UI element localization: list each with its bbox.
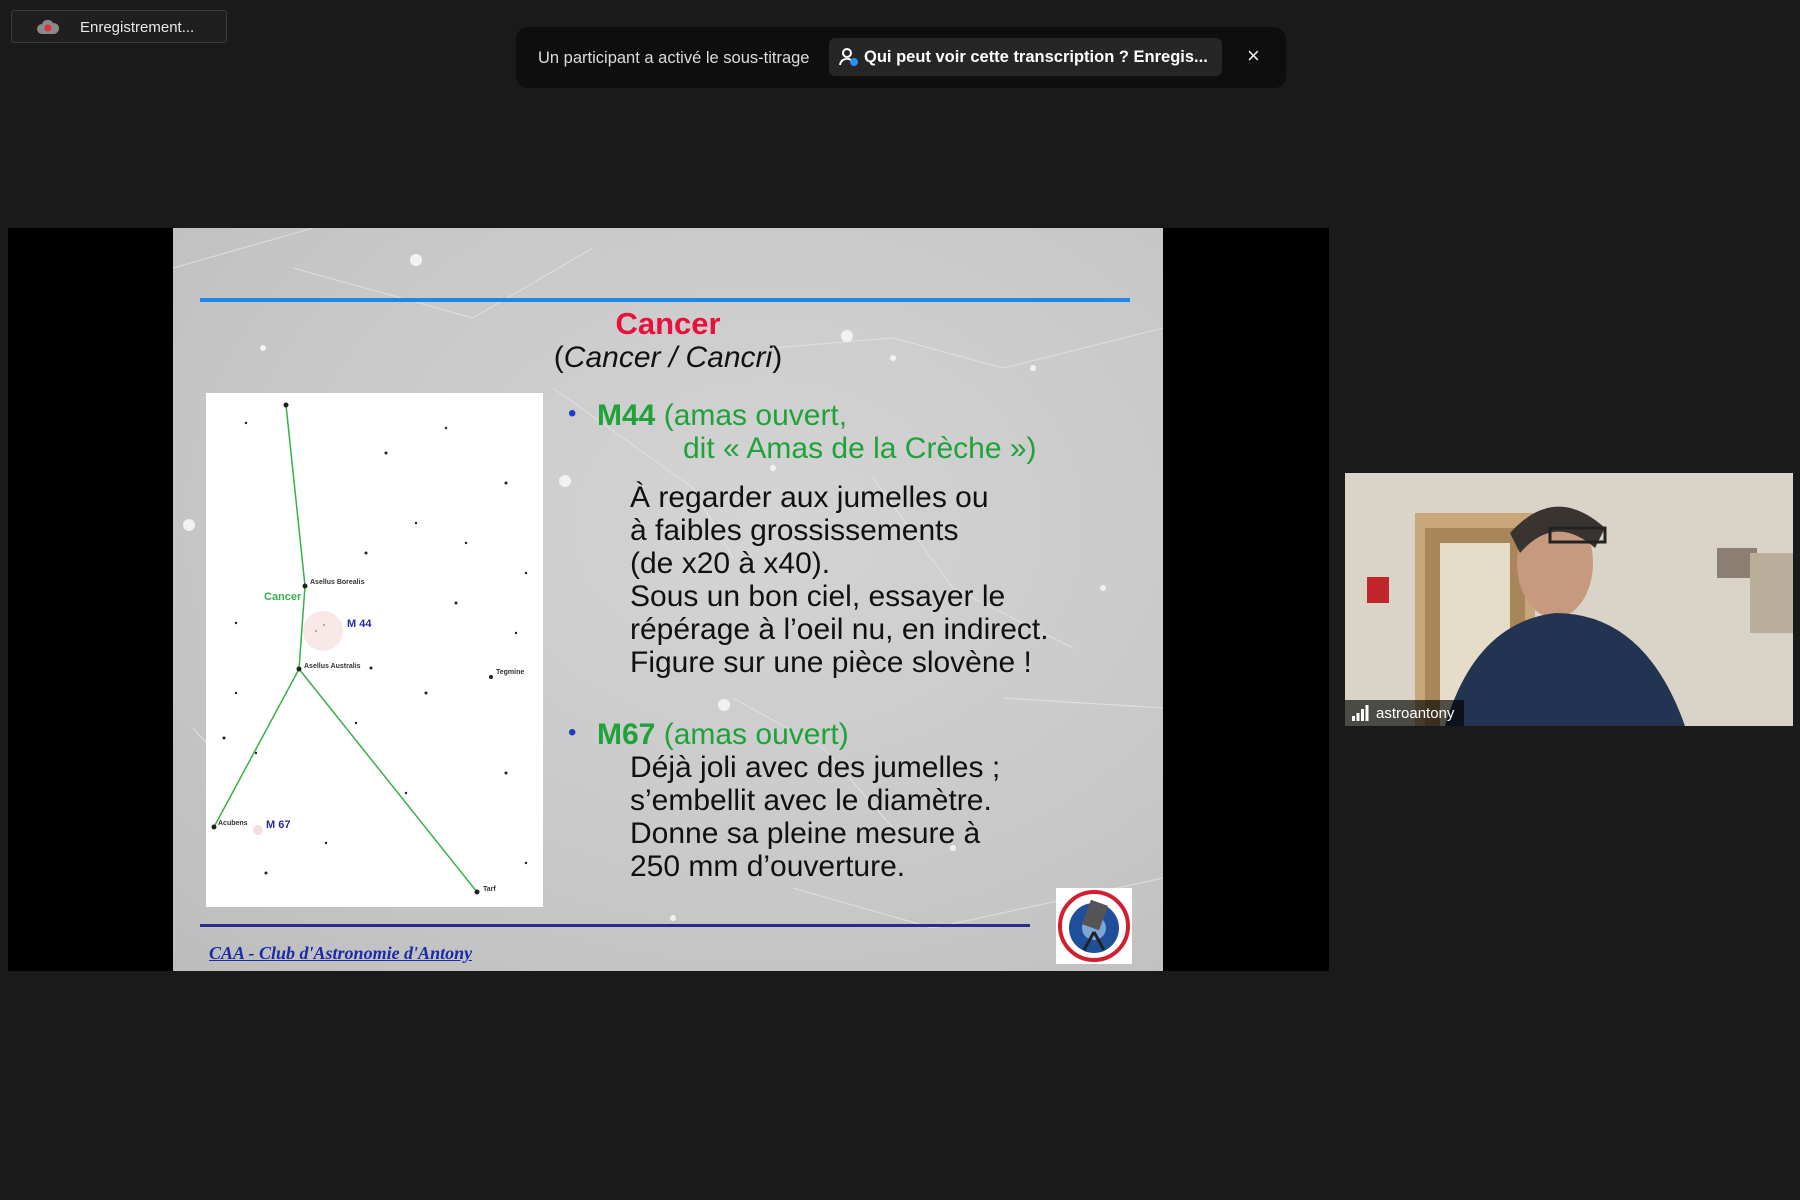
participant-camera-feed [1345, 473, 1793, 726]
m44-line: répérage à l’oeil nu, en indirect. [630, 613, 1049, 646]
person-info-icon [839, 48, 858, 66]
chart-label-tarf: Tarf [483, 886, 496, 893]
chart-label-acubens: Acubens [218, 820, 248, 827]
transcript-visibility-label: Qui peut voir cette transcription ? Enre… [864, 48, 1208, 66]
cancer-star-map: Cancer Asellus Borealis Asellus Australi… [211, 402, 528, 895]
m44-line: À regarder aux jumelles ou [630, 481, 989, 514]
constellation-chart: Cancer Asellus Borealis Asellus Australi… [206, 393, 543, 907]
m44-nickname: dit « Amas de la Crèche ») [683, 432, 1037, 465]
club-logo [1056, 888, 1132, 964]
m67-line: Déjà joli avec des jumelles ; [630, 751, 1001, 784]
close-icon[interactable]: × [1247, 41, 1260, 71]
slide-subtitle: (Cancer / Cancri) [553, 341, 783, 374]
chart-label-cancer: Cancer [264, 591, 302, 603]
recording-label: Enregistrement... [80, 19, 195, 36]
m67-heading: M67 (amas ouvert) [597, 718, 849, 751]
signal-strength-icon [1352, 705, 1369, 721]
chart-label-m67: M 67 [266, 819, 290, 831]
chart-label-tegmine: Tegmine [496, 669, 524, 676]
chart-label-asellus-borealis: Asellus Borealis [310, 579, 365, 586]
slide-title: Cancer [615, 306, 721, 341]
caption-notice-message: Un participant a activé le sous-titrage [538, 49, 810, 67]
shared-screen: Cancer (Cancer / Cancri) Cancer Asellus … [8, 228, 1329, 971]
cloud-recording-icon [37, 19, 60, 34]
bullet-m67: • [568, 719, 577, 746]
participant-nameplate: astroantony [1345, 700, 1465, 726]
m44-line: à faibles grossissements [630, 514, 959, 547]
slide-footer-link: CAA - Club d'Astronomie d'Antony [209, 943, 473, 963]
m67-line: Donne sa pleine mesure à [630, 817, 981, 850]
caption-notification-bar: Un participant a activé le sous-titrage … [516, 27, 1286, 88]
slide-top-rule [200, 298, 1130, 302]
transcript-visibility-button[interactable]: Qui peut voir cette transcription ? Enre… [829, 38, 1222, 76]
m44-line: (de x20 à x40). [630, 547, 831, 580]
m67-line: 250 mm d’ouverture. [630, 850, 906, 883]
m44-line: Figure sur une pièce slovène ! [630, 646, 1032, 679]
chart-label-m44: M 44 [347, 618, 372, 630]
m44-heading: M44 (amas ouvert, [597, 399, 848, 432]
participant-name: astroantony [1376, 704, 1455, 722]
bullet-m44: • [568, 400, 577, 427]
m44-line: Sous un bon ciel, essayer le [630, 580, 1006, 613]
participant-video[interactable]: astroantony [1345, 473, 1793, 726]
m67-line: s’embellit avec le diamètre. [630, 784, 992, 817]
presentation-slide: Cancer (Cancer / Cancri) Cancer Asellus … [173, 228, 1163, 971]
chart-label-asellus-australis: Asellus Australis [304, 663, 361, 670]
recording-indicator[interactable]: Enregistrement... [11, 10, 227, 43]
slide-bottom-rule [200, 924, 1030, 927]
